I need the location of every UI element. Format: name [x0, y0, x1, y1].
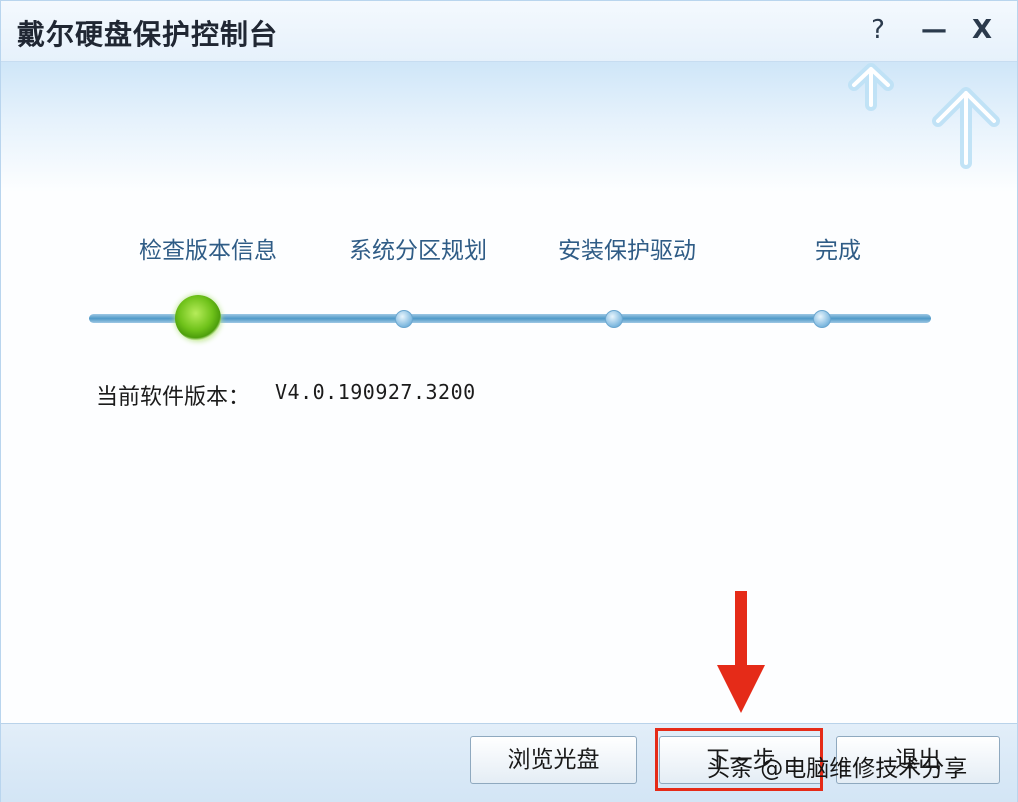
step-label-install-driver: 安装保护驱动	[558, 238, 696, 264]
upload-arrows-icon	[848, 63, 1000, 169]
version-value: V4.0.190927.3200	[275, 380, 476, 404]
step-label-finish: 完成	[815, 238, 861, 264]
version-label: 当前软件版本：	[96, 385, 251, 410]
title-bar[interactable]: 戴尔硬盘保护控制台 ? — X	[1, 1, 1017, 62]
step-indicator-current	[175, 295, 221, 341]
down-arrow-icon	[717, 591, 765, 713]
installer-window: 戴尔硬盘保护控制台 ? — X 检查版本信息 系统分区规划 安装保护驱动 完成 …	[0, 0, 1018, 802]
step-indicator-partition	[395, 310, 413, 328]
browse-disc-button[interactable]: 浏览光盘	[470, 736, 637, 784]
step-indicator-driver	[605, 310, 623, 328]
step-indicator-finish	[813, 310, 831, 328]
help-button[interactable]: ?	[863, 15, 893, 45]
step-label-partition-plan: 系统分区规划	[349, 238, 487, 264]
minimize-button[interactable]: —	[919, 15, 949, 45]
watermark-text: 头条 @电脑维修技术分享	[707, 756, 968, 782]
window-title: 戴尔硬盘保护控制台	[17, 18, 279, 51]
close-button[interactable]: X	[967, 15, 997, 45]
step-label-check-version: 检查版本信息	[139, 238, 277, 264]
